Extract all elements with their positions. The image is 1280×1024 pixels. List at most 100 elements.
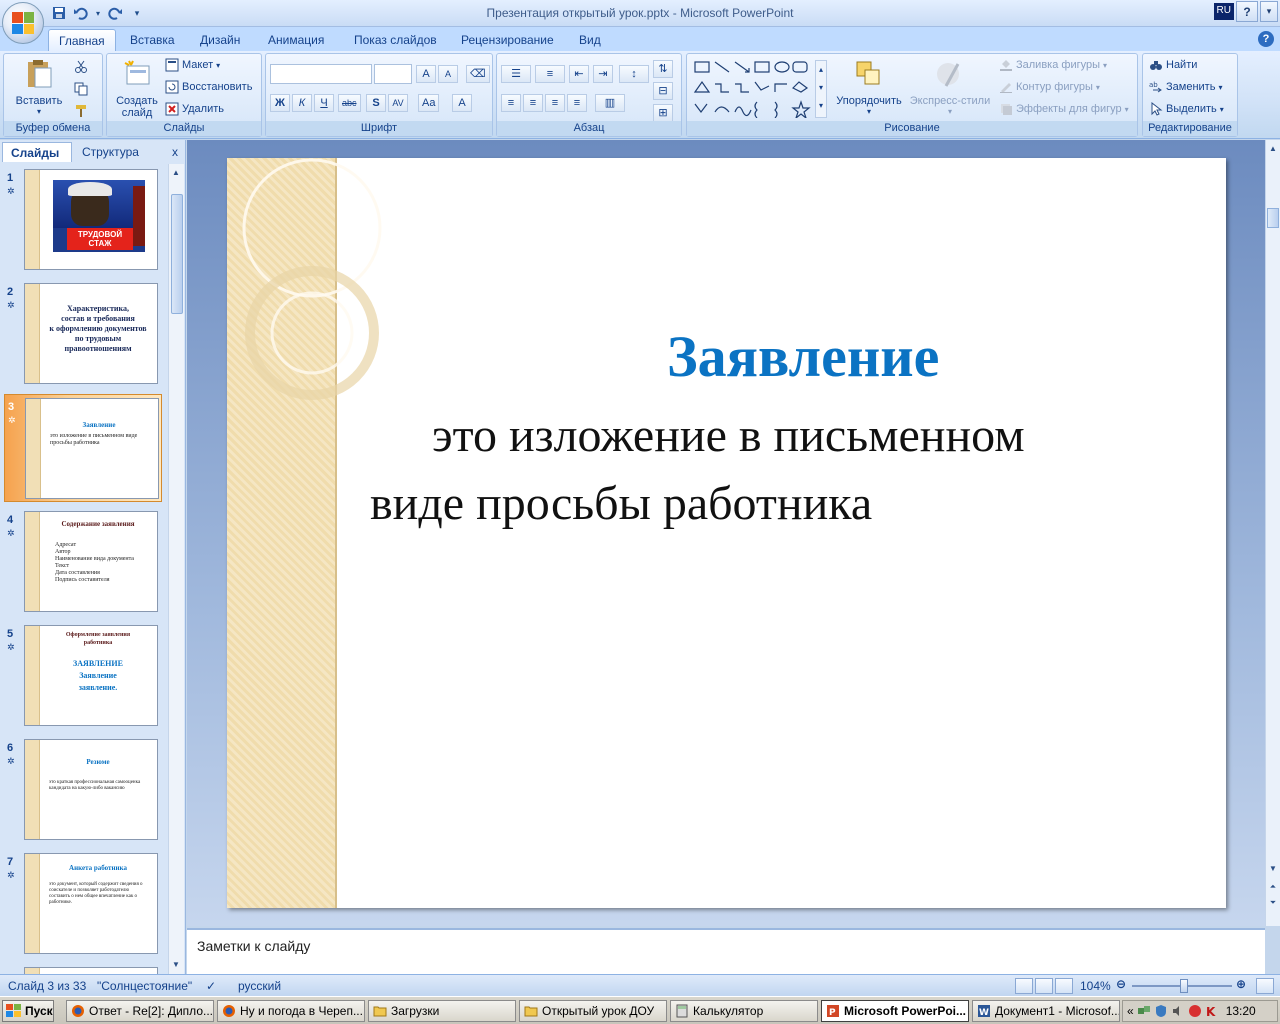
shape-fill-button[interactable]: Заливка фигуры ▾: [999, 58, 1107, 72]
clock[interactable]: 13:20: [1226, 1004, 1256, 1018]
cut-button[interactable]: [74, 60, 88, 74]
scroll-up-icon[interactable]: ▲: [170, 166, 182, 180]
language-label[interactable]: русский: [238, 979, 281, 993]
editor-scrollbar[interactable]: ▲ ▼ ⏶ ⏷: [1265, 140, 1280, 926]
justify-icon[interactable]: ≡: [567, 94, 587, 112]
tab-view[interactable]: Вид: [569, 29, 611, 51]
slideshow-view-icon[interactable]: [1055, 978, 1073, 994]
current-slide[interactable]: Заявление это изложение в письменном вид…: [227, 158, 1226, 908]
zoom-in-icon[interactable]: ⊕: [1236, 977, 1246, 991]
bullets-icon[interactable]: ☰: [501, 65, 531, 83]
taskbar-item[interactable]: Загрузки: [368, 1000, 516, 1022]
notes-pane[interactable]: Заметки к слайду: [187, 928, 1265, 974]
font-name-combo[interactable]: [270, 64, 372, 84]
security-icon[interactable]: [1154, 1004, 1168, 1018]
quick-styles-button[interactable]: Экспресс-стили ▾: [907, 58, 993, 116]
italic-button[interactable]: К: [292, 94, 312, 112]
slide-thumbnail[interactable]: [4, 964, 162, 974]
fit-window-icon[interactable]: [1256, 978, 1274, 994]
ribbon-help-icon[interactable]: ?: [1258, 31, 1274, 47]
slide-body-line2[interactable]: виде просьбы работника: [370, 476, 872, 531]
language-indicator[interactable]: RU: [1213, 3, 1234, 20]
tab-slideshow[interactable]: Показ слайдов: [344, 29, 447, 51]
minimize-icon[interactable]: ▾: [1260, 1, 1278, 22]
shrink-font-button[interactable]: A: [438, 65, 458, 83]
tab-animation[interactable]: Анимация: [258, 29, 334, 51]
antivirus-icon[interactable]: [1188, 1004, 1202, 1018]
normal-view-icon[interactable]: [1015, 978, 1033, 994]
align-center-icon[interactable]: ≡: [523, 94, 543, 112]
shapes-scroll[interactable]: ▴ ▾ ▾: [815, 60, 827, 118]
spellcheck-icon[interactable]: ✓: [206, 979, 216, 993]
format-painter-button[interactable]: [74, 104, 88, 118]
slide-body-line1[interactable]: это изложение в письменном: [432, 408, 1025, 463]
zoom-out-icon[interactable]: ⊖: [1116, 977, 1126, 991]
tab-design[interactable]: Дизайн: [190, 29, 250, 51]
scroll-down-icon[interactable]: ▼: [1267, 862, 1279, 876]
sorter-view-icon[interactable]: [1035, 978, 1053, 994]
shape-effects-button[interactable]: Эффекты для фигур ▾: [999, 102, 1129, 116]
slide-thumbnail[interactable]: 5 ✲ Оформление заявления работника ЗАЯВЛ…: [4, 622, 162, 730]
align-left-icon[interactable]: ≡: [501, 94, 521, 112]
app-tray-icon[interactable]: K: [1205, 1004, 1219, 1018]
slide-thumbnail-selected[interactable]: 3 ✲ Заявление это изложение в письменном…: [4, 394, 162, 502]
text-direction-icon[interactable]: ⇅: [653, 60, 673, 78]
decrease-indent-icon[interactable]: ⇤: [569, 65, 589, 83]
tab-home[interactable]: Главная: [48, 29, 116, 51]
slide-title[interactable]: Заявление: [667, 323, 939, 390]
zoom-slider-thumb[interactable]: [1180, 979, 1188, 993]
office-button[interactable]: [2, 2, 44, 44]
thumbnail-scrollbar[interactable]: ▲ ▼: [168, 164, 184, 974]
taskbar-item[interactable]: Ответ - Re[2]: Дипло...: [66, 1000, 214, 1022]
slide-thumbnail[interactable]: 2 ✲ Характеристика, состав и требования …: [4, 280, 162, 388]
next-slide-icon[interactable]: ⏷: [1267, 896, 1279, 910]
shapes-gallery[interactable]: [693, 60, 821, 118]
reset-button[interactable]: Восстановить: [165, 80, 252, 94]
line-spacing-icon[interactable]: ↕: [619, 65, 649, 83]
copy-button[interactable]: [74, 82, 88, 96]
char-spacing-button[interactable]: AV: [388, 94, 408, 112]
scroll-up-icon[interactable]: ▲: [1267, 142, 1279, 156]
align-right-icon[interactable]: ≡: [545, 94, 565, 112]
numbering-icon[interactable]: ≡: [535, 65, 565, 83]
previous-slide-icon[interactable]: ⏶: [1267, 880, 1279, 894]
smartart-icon[interactable]: ⊞: [653, 104, 673, 122]
find-button[interactable]: Найти: [1149, 58, 1197, 72]
grow-font-button[interactable]: A: [416, 65, 436, 83]
tab-slides-pane[interactable]: Слайды: [2, 142, 72, 162]
scroll-thumb[interactable]: [171, 194, 183, 314]
select-button[interactable]: Выделить ▾: [1149, 102, 1224, 116]
new-slide-button[interactable]: Создать слайд: [111, 58, 163, 119]
slide-thumbnail[interactable]: 7 ✲ Анкета работника это документ, котор…: [4, 850, 162, 958]
shadow-button[interactable]: S: [366, 94, 386, 112]
increase-indent-icon[interactable]: ⇥: [593, 65, 613, 83]
change-case-button[interactable]: Aa: [418, 94, 440, 112]
start-button[interactable]: Пуск: [2, 1000, 54, 1022]
taskbar-item-active[interactable]: P Microsoft PowerPoi...: [821, 1000, 969, 1022]
tab-review[interactable]: Рецензирование: [451, 29, 564, 51]
scroll-thumb[interactable]: [1267, 208, 1279, 228]
clear-format-icon[interactable]: ⌫: [466, 65, 490, 83]
taskbar-item[interactable]: Ну и погода в Череп...: [217, 1000, 365, 1022]
paste-button[interactable]: Вставить ▾: [14, 58, 64, 116]
arrange-button[interactable]: Упорядочить ▾: [833, 58, 905, 116]
columns-icon[interactable]: ▥: [595, 94, 625, 112]
zoom-level[interactable]: 104%: [1080, 979, 1111, 993]
tray-expand-icon[interactable]: «: [1127, 1004, 1134, 1018]
tab-insert[interactable]: Вставка: [120, 29, 185, 51]
font-size-combo[interactable]: [374, 64, 412, 84]
scroll-down-icon[interactable]: ▼: [170, 958, 182, 972]
bold-button[interactable]: Ж: [270, 94, 290, 112]
close-icon[interactable]: x: [172, 145, 178, 159]
taskbar-item[interactable]: W Документ1 - Microsof...: [972, 1000, 1120, 1022]
notes-placeholder[interactable]: Заметки к слайду: [197, 938, 310, 954]
shape-outline-button[interactable]: Контур фигуры ▾: [999, 80, 1100, 94]
slide-thumbnail[interactable]: 4 ✲ Содержание заявления Адресат Автор Н…: [4, 508, 162, 616]
network-icon[interactable]: [1137, 1004, 1151, 1018]
taskbar-item[interactable]: Открытый урок ДОУ: [519, 1000, 667, 1022]
font-color-button[interactable]: A: [452, 94, 472, 112]
slide-thumbnail[interactable]: 1 ✲ ТРУДОВОЙ СТАЖ: [4, 166, 162, 274]
taskbar-item[interactable]: Калькулятор: [670, 1000, 818, 1022]
tab-outline-pane[interactable]: Структура: [74, 142, 160, 162]
help-icon[interactable]: ?: [1236, 1, 1258, 22]
